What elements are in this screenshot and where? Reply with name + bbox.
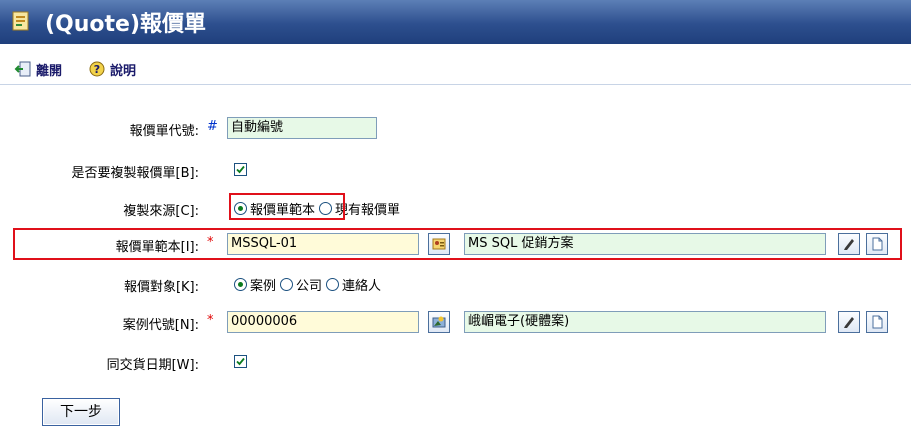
same-delivery-row: 同交貨日期[W]: [0,350,911,374]
radio-button[interactable] [280,278,294,291]
form-icon [12,11,29,31]
exit-icon [14,61,31,77]
target-option-case[interactable]: 案例 [234,275,276,294]
case-edit-button[interactable] [838,311,860,333]
case-lookup-icon [432,316,446,328]
checkmark-icon [236,357,245,366]
case-no-label: 案例代號[N]: [122,318,199,333]
toolbar: 離開 ? 說明 [0,44,911,98]
copy-quote-checkbox[interactable] [234,163,247,176]
target-option-contact[interactable]: 連絡人 [326,275,381,294]
copy-source-row: 複製來源[C]: 報價單範本 現有報價單 [0,196,911,220]
leave-label: 離開 [36,63,63,79]
help-icon: ? [89,61,105,77]
target-option-company[interactable]: 公司 [280,275,322,294]
help-label: 說明 [110,63,137,79]
quote-no-field[interactable]: 自動編號 [227,117,377,139]
radio-button[interactable] [326,278,340,291]
document-icon [872,315,883,329]
case-code-field[interactable]: 00000006 [227,311,419,333]
target-label: 報價對象[K]: [123,280,199,295]
same-delivery-label: 同交貨日期[W]: [106,358,199,373]
svg-text:?: ? [94,63,100,76]
highlight-box-copy-source [229,193,345,220]
highlight-box-template [13,228,902,260]
auto-number-mark: # [207,119,218,134]
case-lookup-button[interactable] [428,311,450,333]
required-mark: * [207,313,214,328]
target-radio-group: 案例 公司 連絡人 [234,275,385,294]
radio-button[interactable] [234,278,247,291]
case-no-row: 案例代號[N]: * 00000006 峨嵋電子(硬體案) [0,310,911,334]
case-new-button[interactable] [866,311,888,333]
title-bar: (Quote)報價單 [0,0,911,44]
copy-quote-row: 是否要複製報價單[B]: [0,158,911,182]
checkmark-icon [236,165,245,174]
next-button[interactable]: 下一步 [42,398,120,426]
case-name-field[interactable]: 峨嵋電子(硬體案) [464,311,826,333]
quote-no-label: 報價單代號: [129,124,199,139]
window-title: (Quote)報價單 [45,12,207,37]
pencil-icon [844,317,854,328]
target-row: 報價對象[K]: 案例 公司 連絡人 [0,272,911,296]
quote-no-row: 報價單代號: # 自動編號 [0,116,911,140]
copy-quote-label: 是否要複製報價單[B]: [71,166,199,181]
leave-button[interactable]: 離開 [14,58,62,80]
copy-source-label: 複製來源[C]: [123,204,199,219]
same-delivery-checkbox[interactable] [234,355,247,368]
help-button[interactable]: ? 說明 [88,58,136,80]
toolbar-divider [0,84,911,85]
